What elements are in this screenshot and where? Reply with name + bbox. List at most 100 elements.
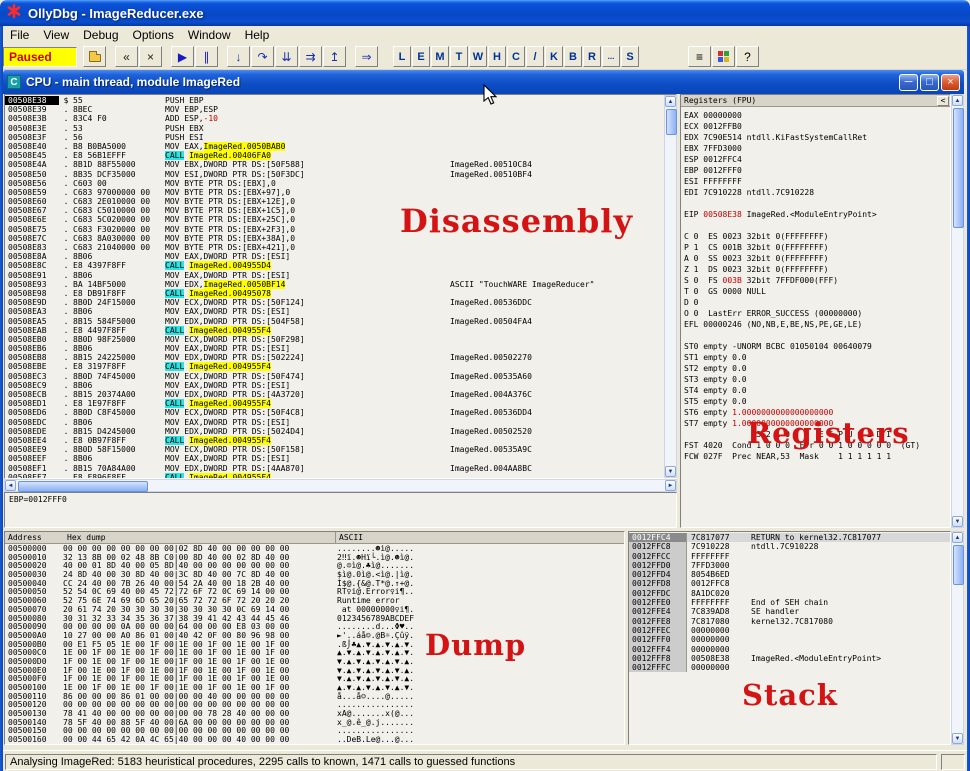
register-line[interactable]: EBP 0012FFF0 xyxy=(684,165,950,176)
dump-row[interactable]: 0050016000 00 44 65 42 0A 4C 65|40 00 00… xyxy=(5,736,624,744)
disasm-row[interactable]: 00508EE9.8B0D 58F15000MOV ECX,DWORD PTR … xyxy=(5,445,663,454)
scrollbar-thumb[interactable] xyxy=(953,108,964,228)
open-file-button[interactable] xyxy=(83,46,106,67)
stack-row[interactable]: 0012FFD07FFD3000 xyxy=(629,561,950,570)
disasm-row[interactable]: 00508E56.C603 00MOV BYTE PTR DS:[EBX],0 xyxy=(5,179,663,188)
disasm-row[interactable]: 00508E3B.83C4 F0ADD ESP,-10 xyxy=(5,114,663,123)
register-line[interactable] xyxy=(684,198,950,209)
register-line[interactable]: ST2 empty 0.0 xyxy=(684,363,950,374)
scroll-down-button[interactable]: ▼ xyxy=(952,516,963,527)
run-button[interactable]: ▶ xyxy=(171,46,194,67)
stack-row[interactable]: 0012FFD80012FFC8 xyxy=(629,579,950,588)
toolbar-letter-h[interactable]: H xyxy=(488,46,506,67)
disasm-row[interactable]: 00508E4A.8B1D 88F55000MOV EBX,DWORD PTR … xyxy=(5,160,663,169)
register-line[interactable]: ST1 empty 0.0 xyxy=(684,352,950,363)
toolbar-letter-c[interactable]: C xyxy=(507,46,525,67)
stack-row[interactable]: 0012FFF800508E38ImageRed.<ModuleEntryPoi… xyxy=(629,654,950,663)
scroll-up-button[interactable]: ▲ xyxy=(952,95,963,106)
registers-collapse-button[interactable]: < xyxy=(937,96,949,106)
stack-row[interactable]: 0012FFE0FFFFFFFFEnd of SEH chain xyxy=(629,598,950,607)
disasm-row[interactable]: 00508E39.8BECMOV EBP,ESP xyxy=(5,105,663,114)
disasm-row[interactable]: 00508EB6.8B06MOV EAX,DWORD PTR DS:[ESI] xyxy=(5,344,663,353)
register-line[interactable]: ST5 empty 0.0 xyxy=(684,396,950,407)
stack-row[interactable]: 0012FFC47C817077RETURN to kernel32.7C817… xyxy=(629,533,950,542)
scroll-down-button[interactable]: ▼ xyxy=(665,466,676,477)
menu-item-window[interactable]: Window xyxy=(181,27,238,43)
toolbar-letter-e[interactable]: E xyxy=(412,46,430,67)
register-line[interactable]: ECX 0012FFB0 xyxy=(684,121,950,132)
help-button[interactable]: ? xyxy=(736,46,759,67)
menu-item-help[interactable]: Help xyxy=(238,27,277,43)
close-program-button[interactable]: × xyxy=(139,46,162,67)
disasm-row[interactable]: 00508EC3.8B0D 74F45000MOV ECX,DWORD PTR … xyxy=(5,372,663,381)
disasm-row[interactable]: 00508EC9.8B06MOV EAX,DWORD PTR DS:[ESI] xyxy=(5,381,663,390)
stack-row[interactable]: 0012FFFC00000000 xyxy=(629,663,950,672)
disasm-row[interactable]: 00508EBE.E8 3197F8FFCALL ImageRed.004955… xyxy=(5,362,663,371)
register-line[interactable]: S 0 FS 003B 32bit 7FFDF000(FFF) xyxy=(684,275,950,286)
disasm-row[interactable]: 00508EDC.8B06MOV EAX,DWORD PTR DS:[ESI] xyxy=(5,418,663,427)
register-line[interactable]: P 1 CS 001B 32bit 0(FFFFFFFF) xyxy=(684,242,950,253)
register-line[interactable]: D 0 xyxy=(684,297,950,308)
disasm-row[interactable]: 00508E50.8B35 DCF35000MOV ESI,DWORD PTR … xyxy=(5,170,663,179)
disasm-row[interactable]: 00508E3F.56PUSH ESI xyxy=(5,133,663,142)
disasm-row[interactable]: 00508EEF.8B06MOV EAX,DWORD PTR DS:[ESI] xyxy=(5,454,663,463)
menu-item-file[interactable]: File xyxy=(3,27,36,43)
go-to-button[interactable]: ⇒ xyxy=(355,46,378,67)
register-line[interactable]: ST0 empty -UNORM BCBC 01050104 00640079 xyxy=(684,341,950,352)
disasm-row[interactable]: 00508E91.8B06MOV EAX,DWORD PTR DS:[ESI] xyxy=(5,271,663,280)
disasm-row[interactable]: 00508EE4.E8 0B97F8FFCALL ImageRed.004955… xyxy=(5,436,663,445)
register-line[interactable]: EFL 00000246 (NO,NB,E,BE,NS,PE,GE,LE) xyxy=(684,319,950,330)
disassembly-horizontal-scrollbar[interactable]: ◄ ► xyxy=(4,479,677,492)
animate-over-button[interactable]: ⇉ xyxy=(299,46,322,67)
toolbar-letter-m[interactable]: M xyxy=(431,46,449,67)
disasm-row[interactable]: 00508E45.E8 56B1EFFFCALL ImageRed.00406F… xyxy=(5,151,663,160)
cpu-close-button[interactable]: × xyxy=(941,74,960,91)
register-line[interactable] xyxy=(684,330,950,341)
disasm-row[interactable]: 00508ED1.E8 1E97F8FFCALL ImageRed.004955… xyxy=(5,399,663,408)
disasm-row[interactable]: 00508E8C.E8 4397F8FFCALL ImageRed.004955… xyxy=(5,261,663,270)
disasm-row[interactable]: 00508EA5.8B15 584F5000MOV EDX,DWORD PTR … xyxy=(5,317,663,326)
toolbar-letter-w[interactable]: W xyxy=(469,46,487,67)
scrollbar-thumb[interactable] xyxy=(666,109,677,135)
menu-item-debug[interactable]: Debug xyxy=(76,27,125,43)
stack-scrollbar[interactable]: ▲ ▼ xyxy=(951,531,964,745)
disasm-row[interactable]: 00508EDE.8B15 D4245000MOV EDX,DWORD PTR … xyxy=(5,427,663,436)
restart-button[interactable]: « xyxy=(115,46,138,67)
stack-row[interactable]: 0012FFE47C839AD8SE handler xyxy=(629,607,950,616)
stack-row[interactable]: 0012FFC87C910228ntdll.7C910228 xyxy=(629,542,950,551)
windows-list-button[interactable]: ≡ xyxy=(688,46,711,67)
toolbar-letter-b[interactable]: B xyxy=(564,46,582,67)
register-line[interactable]: EIP 00508E38 ImageRed.<ModuleEntryPoint> xyxy=(684,209,950,220)
registers-scrollbar[interactable]: ▲ ▼ xyxy=(951,94,964,528)
execute-till-return-button[interactable]: ↥ xyxy=(323,46,346,67)
register-line[interactable]: Z 1 DS 0023 32bit 0(FFFFFFFF) xyxy=(684,264,950,275)
step-over-button[interactable]: ↷ xyxy=(251,46,274,67)
scroll-down-button[interactable]: ▼ xyxy=(952,733,963,744)
stack-row[interactable]: 0012FFD48054B6ED xyxy=(629,570,950,579)
menu-item-view[interactable]: View xyxy=(36,27,76,43)
register-line[interactable]: ESI FFFFFFFF xyxy=(684,176,950,187)
register-line[interactable] xyxy=(684,220,950,231)
scroll-right-button[interactable]: ► xyxy=(665,480,676,491)
scroll-up-button[interactable]: ▲ xyxy=(665,96,676,107)
disasm-row[interactable]: 00508EA3.8B06MOV EAX,DWORD PTR DS:[ESI] xyxy=(5,307,663,316)
cpu-minimize-button[interactable]: ─ xyxy=(899,74,918,91)
status-resize-grip[interactable] xyxy=(941,754,965,770)
scrollbar-thumb[interactable] xyxy=(953,545,964,585)
toolbar-letter-r[interactable]: R xyxy=(583,46,601,67)
register-line[interactable]: EDX 7C90E514 ntdll.KiFastSystemCallRet xyxy=(684,132,950,143)
stack-row[interactable]: 0012FFF400000000 xyxy=(629,645,950,654)
disasm-row[interactable]: 00508EB8.8B15 24225000MOV EDX,DWORD PTR … xyxy=(5,353,663,362)
disasm-row[interactable]: 00508EF7.E8 F896F8FFCALL ImageRed.004955… xyxy=(5,473,663,478)
disasm-row[interactable]: 00508E3E.53PUSH EBX xyxy=(5,124,663,133)
animate-into-button[interactable]: ⇊ xyxy=(275,46,298,67)
step-into-button[interactable]: ↓ xyxy=(227,46,250,67)
register-line[interactable]: EDI 7C910228 ntdll.7C910228 xyxy=(684,187,950,198)
register-line[interactable]: C 0 ES 0023 32bit 0(FFFFFFFF) xyxy=(684,231,950,242)
register-line[interactable]: EBX 7FFD3000 xyxy=(684,143,950,154)
disasm-row[interactable]: 00508ECB.8B15 20374A00MOV EDX,DWORD PTR … xyxy=(5,390,663,399)
disasm-row[interactable]: 00508E93.BA 14BF5000MOV EDX,ImageRed.005… xyxy=(5,280,663,289)
register-line[interactable]: ST4 empty 0.0 xyxy=(684,385,950,396)
scroll-up-button[interactable]: ▲ xyxy=(952,532,963,543)
appearance-button[interactable] xyxy=(712,46,735,67)
